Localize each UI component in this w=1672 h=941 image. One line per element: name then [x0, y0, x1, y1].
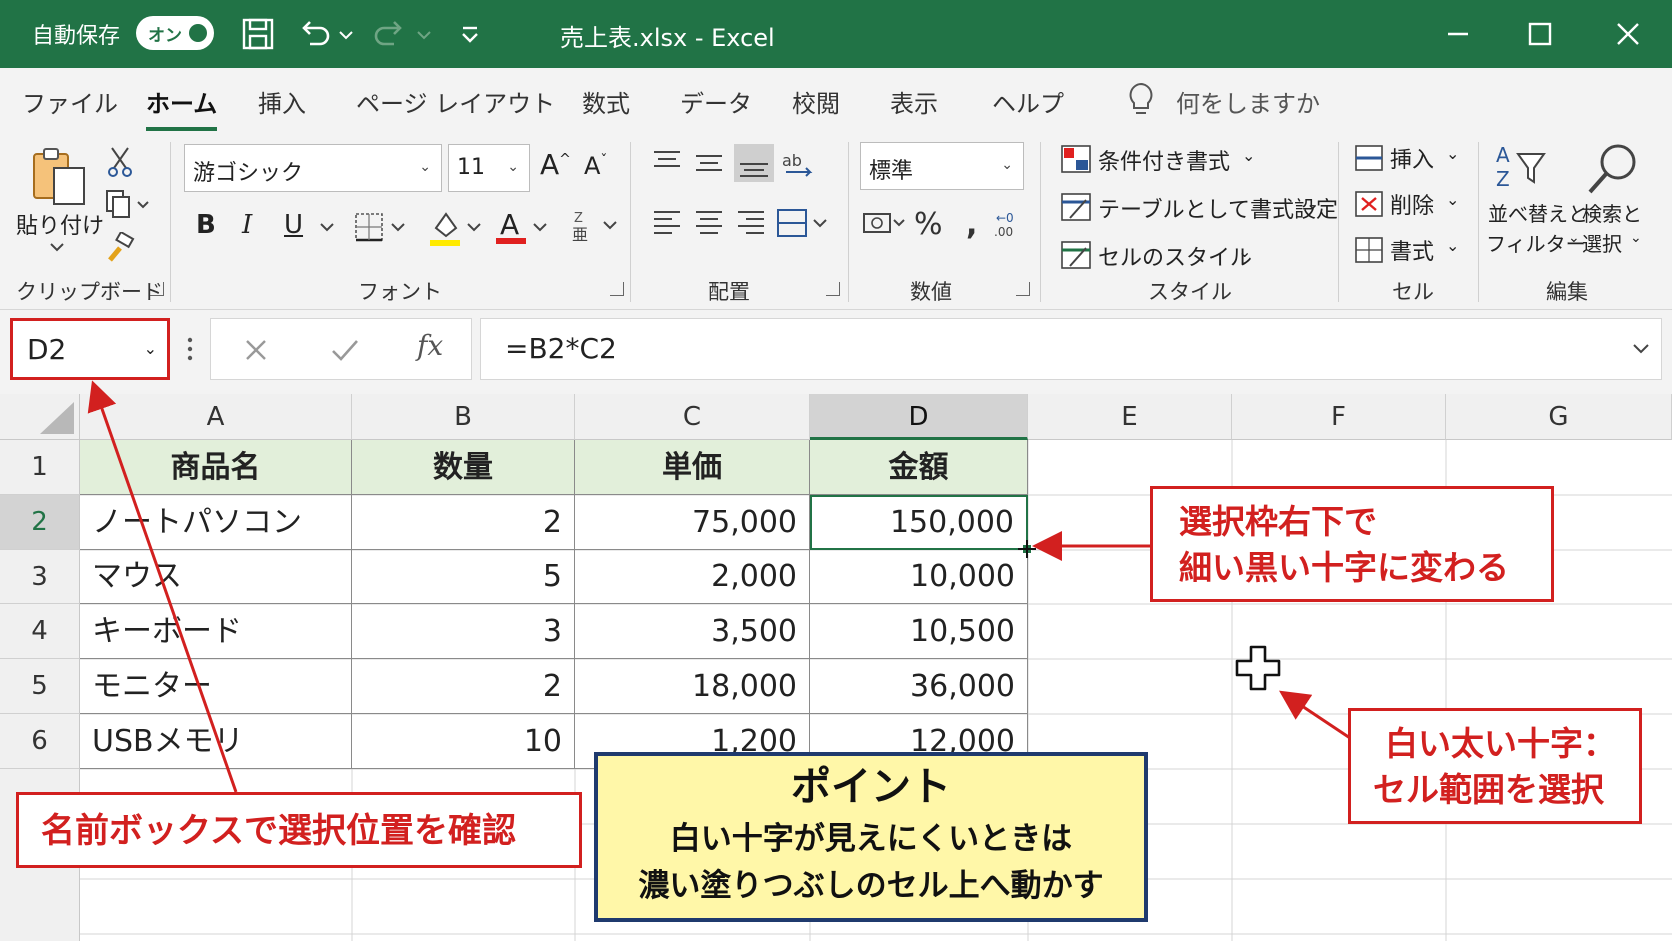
callout-white-cross-line2: セル範囲を選択: [1373, 770, 1604, 809]
callout-name-box: 名前ボックスで選択位置を確認: [16, 792, 582, 868]
callout-white-cross-line1: 白い太い十字：: [1385, 724, 1616, 763]
callout-point-line2: 濃い塗りつぶしのセル上へ動かす: [638, 868, 1104, 904]
callout-point: ポイント 白い十字が見えにくいときは 濃い塗りつぶしのセル上へ動かす: [594, 752, 1148, 922]
arrow-to-white-cross: [1279, 690, 1351, 740]
arrow-to-name-box: [87, 380, 238, 793]
callout-point-line1: 白い十字が見えにくいときは: [669, 821, 1073, 857]
callout-point-title: ポイント: [791, 764, 951, 810]
callout-fill-handle-line1: 選択枠右下で: [1179, 502, 1377, 541]
callout-white-cross: 白い太い十字： セル範囲を選択: [1348, 708, 1642, 824]
callout-fill-handle-line2: 細い黒い十字に変わる: [1179, 548, 1509, 587]
callout-fill-handle: 選択枠右下で 細い黒い十字に変わる: [1150, 486, 1554, 602]
